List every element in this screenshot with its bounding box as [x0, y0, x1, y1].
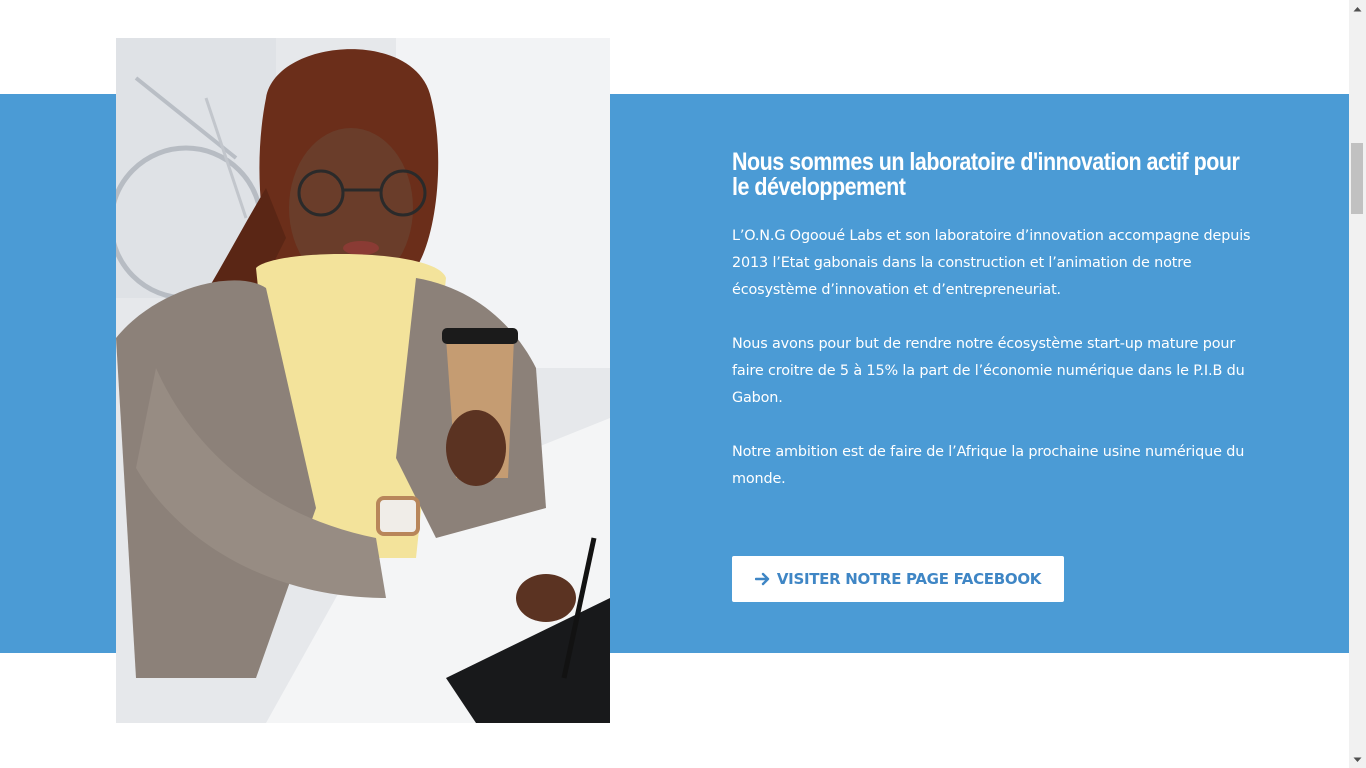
about-text-block: Nous sommes un laboratoire d'innovation … — [732, 150, 1252, 493]
scroll-up-arrow-icon[interactable] — [1349, 0, 1366, 17]
visit-facebook-page-button[interactable]: VISITER NOTRE PAGE FACEBOOK — [732, 556, 1064, 602]
paragraph-mission: L’O.N.G Ogooué Labs et son laboratoire d… — [732, 228, 1251, 298]
woman-with-coffee-photo — [116, 38, 610, 723]
section-headline: Nous sommes un laboratoire d'innovation … — [732, 148, 1240, 201]
page: Nous sommes un laboratoire d'innovation … — [0, 0, 1366, 768]
vertical-scrollbar[interactable] — [1349, 0, 1366, 768]
paragraph-goal: Nous avons pour but de rendre notre écos… — [732, 336, 1245, 406]
paragraph-ambition: Notre ambition est de faire de l’Afrique… — [732, 444, 1245, 487]
scrollbar-thumb[interactable] — [1351, 143, 1363, 214]
scroll-down-arrow-icon[interactable] — [1349, 751, 1366, 768]
visit-facebook-label: VISITER NOTRE PAGE FACEBOOK — [776, 570, 1042, 588]
arrow-right-icon — [754, 572, 770, 586]
